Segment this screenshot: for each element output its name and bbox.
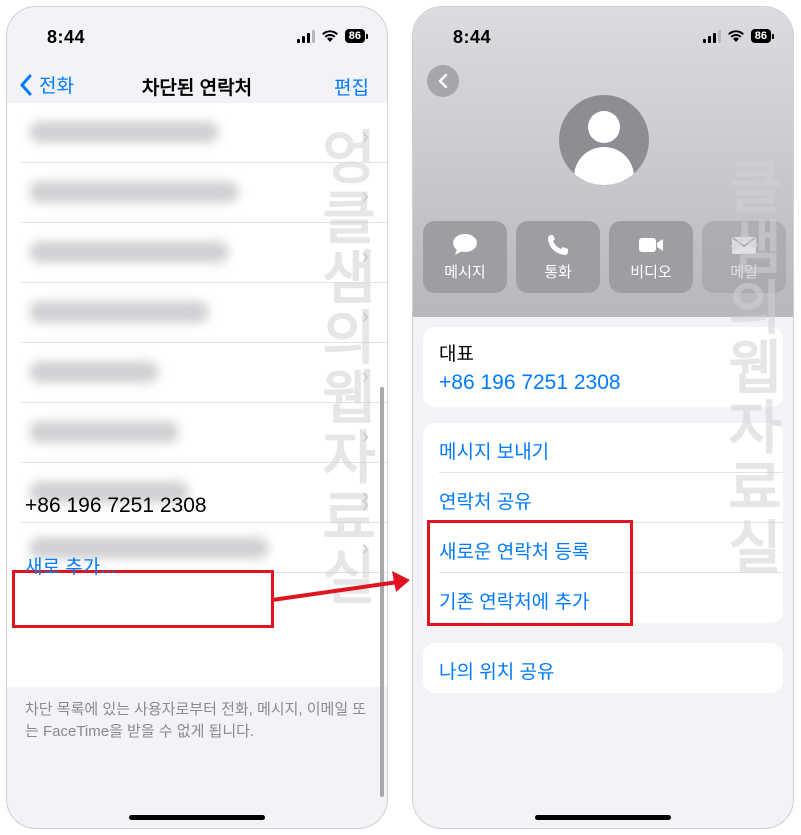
contact-detail-screen: 8:44 86 메시지 통화 비디오 메일 대표 +86 196 7251 23… [412,6,794,829]
phone-label: 대표 [439,344,474,365]
wifi-icon [727,30,744,42]
action-label: 메시지 [444,264,486,281]
status-bar: 8:44 86 [413,7,793,57]
share-location-option[interactable]: 나의 위치 공유 [439,643,783,693]
message-action-button[interactable]: 메시지 [423,221,507,293]
action-label: 비디오 [630,264,672,281]
home-indicator [535,815,671,820]
cellular-signal-icon [296,29,315,43]
blocked-contacts-screen: 8:44 86 전화 차단된 연락처 편집 › › › › › › › › +8… [6,6,388,829]
status-icons: 86 [296,29,369,43]
call-action-button[interactable]: 통화 [516,221,600,293]
footer-note: 차단 목록에 있는 사용자로부터 전화, 메시지, 이메일 또는 FaceTim… [25,701,367,740]
message-icon [453,234,477,255]
highlight-box-options [427,520,633,626]
phone-icon [548,235,568,255]
blocked-number: +86 196 7251 2308 [25,494,207,517]
chevron-left-icon [438,73,448,89]
page-title: 차단된 연락처 [141,78,253,99]
avatar [559,95,649,185]
video-action-button[interactable]: 비디오 [609,221,693,293]
cellular-signal-icon [702,29,721,43]
watermark: 엉클샘의웹자료실 [311,127,376,607]
status-bar: 8:44 86 [7,7,387,57]
person-silhouette-icon [588,111,620,143]
status-icons: 86 [702,29,775,43]
video-icon [639,238,663,252]
share-location-card[interactable]: 나의 위치 공유 [423,643,783,693]
status-time: 8:44 [47,27,86,47]
scrollbar[interactable] [380,387,384,797]
phone-number[interactable]: +86 196 7251 2308 [439,371,621,395]
back-button[interactable] [427,65,459,97]
battery-icon: 86 [750,29,775,43]
home-indicator [129,815,265,820]
status-time: 8:44 [453,27,492,47]
action-label: 통화 [544,264,572,281]
battery-icon: 86 [344,29,369,43]
navigation-bar: 전화 차단된 연락처 편집 [7,65,387,105]
watermark: 클샘의웹자료실 [717,157,782,577]
edit-button[interactable]: 편집 [334,73,369,100]
add-new-button[interactable]: 새로 추가... [25,552,116,579]
wifi-icon [321,30,338,42]
